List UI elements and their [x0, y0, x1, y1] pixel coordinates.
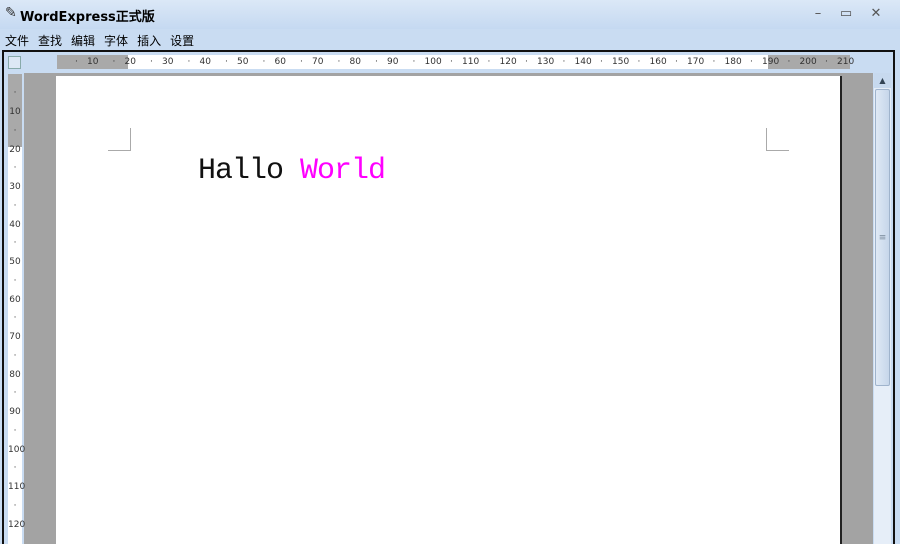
menu-find[interactable]: 查找	[33, 29, 66, 49]
ruler-corner-button[interactable]	[8, 56, 21, 69]
ruler-tick: ·	[13, 200, 17, 211]
ruler-tick: ·	[13, 313, 17, 323]
ruler-tick: ·	[13, 425, 17, 436]
minimize-button[interactable]: –	[808, 6, 828, 21]
close-button[interactable]: ✕	[866, 6, 886, 21]
ruler-label: 100	[424, 57, 442, 67]
ruler-label: 30	[9, 182, 21, 192]
menu-insert[interactable]: 插入	[132, 29, 165, 49]
ruler-tick: ·	[75, 57, 78, 67]
ruler-tick: ·	[13, 238, 17, 248]
ruler-label: 160	[649, 57, 667, 67]
ruler-tick: ·	[112, 57, 116, 67]
ruler-label: 130	[537, 57, 555, 67]
ruler-label: 80	[349, 57, 361, 67]
ruler-tick: ·	[300, 57, 303, 67]
ruler-label: 40	[9, 219, 21, 230]
ruler-label: 150	[612, 57, 630, 67]
ruler-tick: ·	[412, 57, 416, 67]
ruler-tick: ·	[13, 500, 17, 511]
ruler-label: 20	[124, 57, 136, 67]
ruler-tick: ·	[225, 57, 228, 67]
ruler-label: 110	[462, 57, 480, 67]
ruler-label: 90	[387, 57, 399, 67]
menu-font[interactable]: 字体	[99, 29, 132, 49]
ruler-tick: ·	[600, 57, 603, 67]
ruler-tick: ·	[375, 57, 378, 67]
ruler-label: 60	[9, 294, 21, 305]
document-page[interactable]: Hallo World	[56, 76, 842, 544]
ruler-label: 100	[8, 444, 26, 455]
ruler-tick: ·	[13, 350, 17, 361]
vertical-ruler[interactable]: 10 · 20 · 30 · 40 · 50 · 60 · 70 · 80 · 90 · 100 · 110 · 120 ·	[8, 74, 26, 544]
ruler-label: 110	[8, 482, 26, 492]
ruler-tick: ·	[13, 125, 17, 136]
ruler-tick: ·	[13, 388, 17, 398]
ruler-tick: ·	[487, 57, 491, 67]
ruler-tick: ·	[262, 57, 266, 67]
ruler-tick: ·	[450, 57, 453, 67]
ruler-label: 210	[837, 57, 855, 67]
ruler-tick: ·	[712, 57, 716, 67]
ruler-label: 40	[199, 57, 211, 67]
ruler-tick: ·	[187, 57, 191, 67]
ruler-label: 180	[724, 57, 742, 67]
ruler-label: 70	[312, 57, 324, 67]
ruler-label: 120	[8, 519, 26, 530]
ruler-tick: ·	[150, 57, 153, 67]
menu-bar: 文件 查找 编辑 字体 插入 设置	[0, 29, 900, 50]
ruler-label: 50	[237, 57, 249, 67]
ruler-tick: ·	[13, 275, 17, 286]
menu-file[interactable]: 文件	[0, 29, 33, 49]
scroll-up-button[interactable]: ▲	[874, 73, 891, 88]
ruler-label: 190	[762, 57, 780, 67]
pencil-icon: ✎	[5, 5, 17, 21]
ruler-tick: ·	[13, 163, 17, 173]
ruler-tick: ·	[825, 57, 828, 67]
ruler-tick: ·	[675, 57, 678, 67]
ruler-label: 140	[574, 57, 592, 67]
menu-edit[interactable]: 编辑	[66, 29, 99, 49]
ruler-label: 200	[799, 57, 817, 67]
ruler-tick: ·	[13, 463, 17, 473]
ruler-label: 120	[499, 57, 517, 67]
ruler-tick: ·	[13, 88, 17, 98]
ruler-tick: ·	[750, 57, 753, 67]
text-world: World	[300, 154, 386, 188]
title-bar: ✎ WordExpress正式版 – ▭ ✕	[0, 0, 900, 29]
ruler-tick: ·	[637, 57, 641, 67]
ruler-tick: ·	[562, 57, 566, 67]
menu-settings[interactable]: 设置	[165, 29, 198, 49]
ruler-label: 170	[687, 57, 705, 67]
ruler-label: 30	[162, 57, 174, 67]
ruler-tick: ·	[337, 57, 341, 67]
ruler-label: 10	[87, 57, 99, 67]
document-text[interactable]: Hallo World	[198, 154, 386, 188]
text-hallo: Hallo	[198, 154, 284, 188]
ruler-tick: ·	[525, 57, 528, 67]
margin-corner-mark	[108, 128, 131, 151]
window-title: WordExpress正式版	[20, 10, 155, 25]
ruler-label: 90	[9, 407, 21, 417]
horizontal-ruler[interactable]: 10 · 20 · 30 · 40 · 50 · 60 · 70 · 80 · 90 · 100 · 110 · 120 · 1…	[57, 55, 854, 69]
margin-corner-mark	[766, 128, 789, 151]
ruler-label: 70	[9, 332, 21, 342]
ruler-label: 60	[274, 57, 286, 67]
maximize-button[interactable]: ▭	[836, 6, 856, 21]
scroll-thumb[interactable]: ≡	[875, 89, 890, 386]
ruler-tick: ·	[787, 57, 791, 67]
ruler-label: 10	[9, 107, 21, 117]
vertical-scrollbar[interactable]: ▲ ≡	[874, 73, 891, 544]
ruler-label: 80	[9, 369, 21, 380]
ruler-label: 20	[9, 144, 21, 155]
ruler-label: 50	[9, 257, 21, 267]
